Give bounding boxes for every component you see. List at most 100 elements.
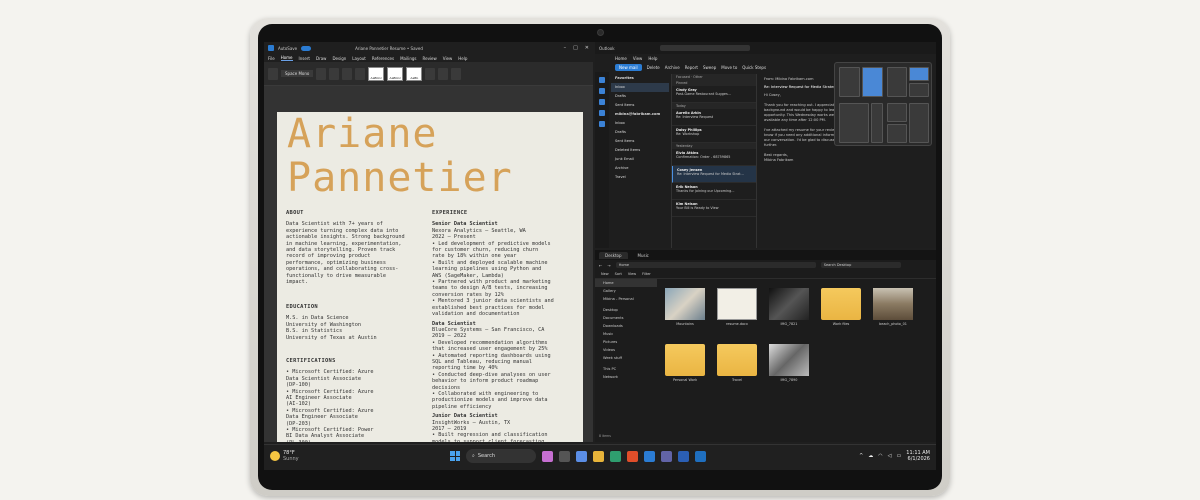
message-item[interactable]: Aurelio Arkin Re: Interview Request xyxy=(672,109,756,126)
font-select[interactable]: Space Mono xyxy=(281,70,314,77)
menu-help[interactable]: Help xyxy=(458,56,467,61)
copilot-app-icon[interactable] xyxy=(576,450,587,462)
new-button[interactable]: New xyxy=(601,272,609,276)
teams-icon[interactable] xyxy=(661,450,672,462)
folder-drafts-2[interactable]: Drafts xyxy=(611,128,669,137)
menu-layout[interactable]: Layout xyxy=(352,56,366,61)
file-item[interactable]: resume.docx xyxy=(715,288,759,332)
nav-onedrive[interactable]: Mibina - Personal xyxy=(595,295,657,303)
folder-travel[interactable]: Travel xyxy=(611,173,669,182)
chevron-up-icon[interactable]: ^ xyxy=(859,453,863,459)
task-view-icon[interactable] xyxy=(559,450,570,462)
paste-button[interactable] xyxy=(268,67,278,80)
nav-desktop[interactable]: Desktop xyxy=(595,306,657,314)
close-icon[interactable]: ✕ xyxy=(585,45,589,51)
snap-zone[interactable] xyxy=(839,103,869,143)
ol-menu-help[interactable]: Help xyxy=(648,56,657,61)
folder-sent[interactable]: Sent Items xyxy=(611,101,669,110)
nav-gallery[interactable]: Gallery xyxy=(595,287,657,295)
battery-icon[interactable]: ▭ xyxy=(897,453,902,459)
explorer-search-input[interactable]: Search Desktop xyxy=(820,262,901,268)
file-explorer-icon[interactable] xyxy=(593,450,604,462)
folder-archive[interactable]: Archive xyxy=(611,164,669,173)
menu-design[interactable]: Design xyxy=(332,56,346,61)
folder-deleted[interactable]: Deleted Items xyxy=(611,146,669,155)
nav-pictures[interactable]: Pictures xyxy=(595,338,657,346)
filter-button[interactable]: Filter xyxy=(642,272,651,276)
copilot-icon[interactable] xyxy=(542,450,553,462)
snap-zone[interactable] xyxy=(839,67,860,97)
menu-mailings[interactable]: Mailings xyxy=(400,56,416,61)
apps-icon[interactable] xyxy=(599,121,605,127)
minimize-icon[interactable]: – xyxy=(564,45,567,51)
snap-zone[interactable] xyxy=(871,103,883,143)
new-mail-button[interactable]: New mail xyxy=(615,63,642,71)
word-icon[interactable] xyxy=(678,450,689,462)
outlook-search-input[interactable] xyxy=(659,45,750,51)
autosave-toggle[interactable] xyxy=(301,45,312,51)
nav-home[interactable]: Home xyxy=(595,279,657,287)
file-item[interactable]: Personal Work xyxy=(663,344,707,388)
tab-music[interactable]: Music xyxy=(632,252,655,259)
maximize-icon[interactable]: □ xyxy=(573,45,578,51)
quick-steps-button[interactable]: Quick Steps xyxy=(742,65,766,70)
message-item-selected[interactable]: Cosey Jensen Re: Interview Request for Me… xyxy=(672,166,756,183)
menu-file[interactable]: File xyxy=(268,56,275,61)
address-bar[interactable]: Home xyxy=(615,262,816,268)
bold-button[interactable] xyxy=(316,67,327,80)
snap-zone[interactable] xyxy=(887,103,907,122)
message-item[interactable]: Cindy Gray Post-Game Restaurant Sugges... xyxy=(672,86,756,103)
tab-focused[interactable]: Focused xyxy=(676,75,690,79)
snap-zone-active[interactable] xyxy=(862,67,883,97)
file-item[interactable]: Work files xyxy=(819,288,863,332)
snap-zone[interactable] xyxy=(909,83,929,97)
people-icon[interactable] xyxy=(599,99,605,105)
back-icon[interactable]: ← xyxy=(599,263,602,268)
style-heading[interactable]: AaBb xyxy=(406,66,423,81)
file-item[interactable]: IMG_7890 xyxy=(767,344,811,388)
menu-review[interactable]: Review xyxy=(423,56,437,61)
folder-inbox[interactable]: Inbox xyxy=(611,83,669,92)
folder-sent-2[interactable]: Sent Items xyxy=(611,137,669,146)
mail-app-icon[interactable] xyxy=(695,450,706,462)
view-button[interactable]: View xyxy=(628,272,636,276)
tab-other[interactable]: Other xyxy=(693,75,703,79)
nav-week-stuff[interactable]: Week stuff xyxy=(595,354,657,362)
message-item[interactable]: Kim Nelson Your Bill is Ready to View xyxy=(672,200,756,217)
menu-references[interactable]: References xyxy=(372,56,394,61)
snap-zone[interactable] xyxy=(909,103,929,143)
onedrive-icon[interactable]: ☁ xyxy=(868,453,873,459)
taskbar-search[interactable]: ⌕ Search xyxy=(466,449,536,463)
ol-menu-home[interactable]: Home xyxy=(615,56,627,61)
start-icon[interactable] xyxy=(450,451,460,461)
nav-downloads[interactable]: Downloads xyxy=(595,322,657,330)
menu-home[interactable]: Home xyxy=(280,55,293,61)
move-to-button[interactable]: Move to xyxy=(721,65,737,70)
report-button[interactable]: Report xyxy=(685,65,698,70)
file-item[interactable]: Mountains xyxy=(663,288,707,332)
menu-draw[interactable]: Draw xyxy=(316,56,326,61)
sweep-button[interactable]: Sweep xyxy=(703,65,716,70)
file-item[interactable]: beach_photo_01 xyxy=(871,288,915,332)
edge-icon[interactable] xyxy=(610,450,621,462)
message-item[interactable]: Elvia Atkins Confirmation: Order - 687598… xyxy=(672,149,756,166)
sort-button[interactable]: Sort xyxy=(615,272,622,276)
store-icon[interactable] xyxy=(627,450,638,462)
folder-inbox-2[interactable]: Inbox xyxy=(611,119,669,128)
resume-page[interactable]: Ariane Pannetier ABOUT Data Scientist wi… xyxy=(277,112,583,442)
snap-zone-active[interactable] xyxy=(909,67,929,81)
favorites-header[interactable]: Favorites xyxy=(611,74,669,83)
dictate-button[interactable] xyxy=(438,67,449,80)
nav-network[interactable]: Network xyxy=(595,373,657,381)
volume-icon[interactable]: ◁ xyxy=(888,453,892,459)
delete-button[interactable]: Delete xyxy=(647,65,660,70)
message-item[interactable]: Erik Nelson Thanks for joining our Upcomi… xyxy=(672,183,756,200)
menu-view[interactable]: View xyxy=(443,56,453,61)
file-item[interactable]: IMG_7821 xyxy=(767,288,811,332)
ol-menu-view[interactable]: View xyxy=(633,56,643,61)
editing-button[interactable] xyxy=(425,67,436,80)
todo-icon[interactable] xyxy=(599,110,605,116)
style-normal[interactable]: AaBbCc xyxy=(368,66,385,81)
mail-icon[interactable] xyxy=(599,77,605,83)
calendar-icon[interactable] xyxy=(599,88,605,94)
